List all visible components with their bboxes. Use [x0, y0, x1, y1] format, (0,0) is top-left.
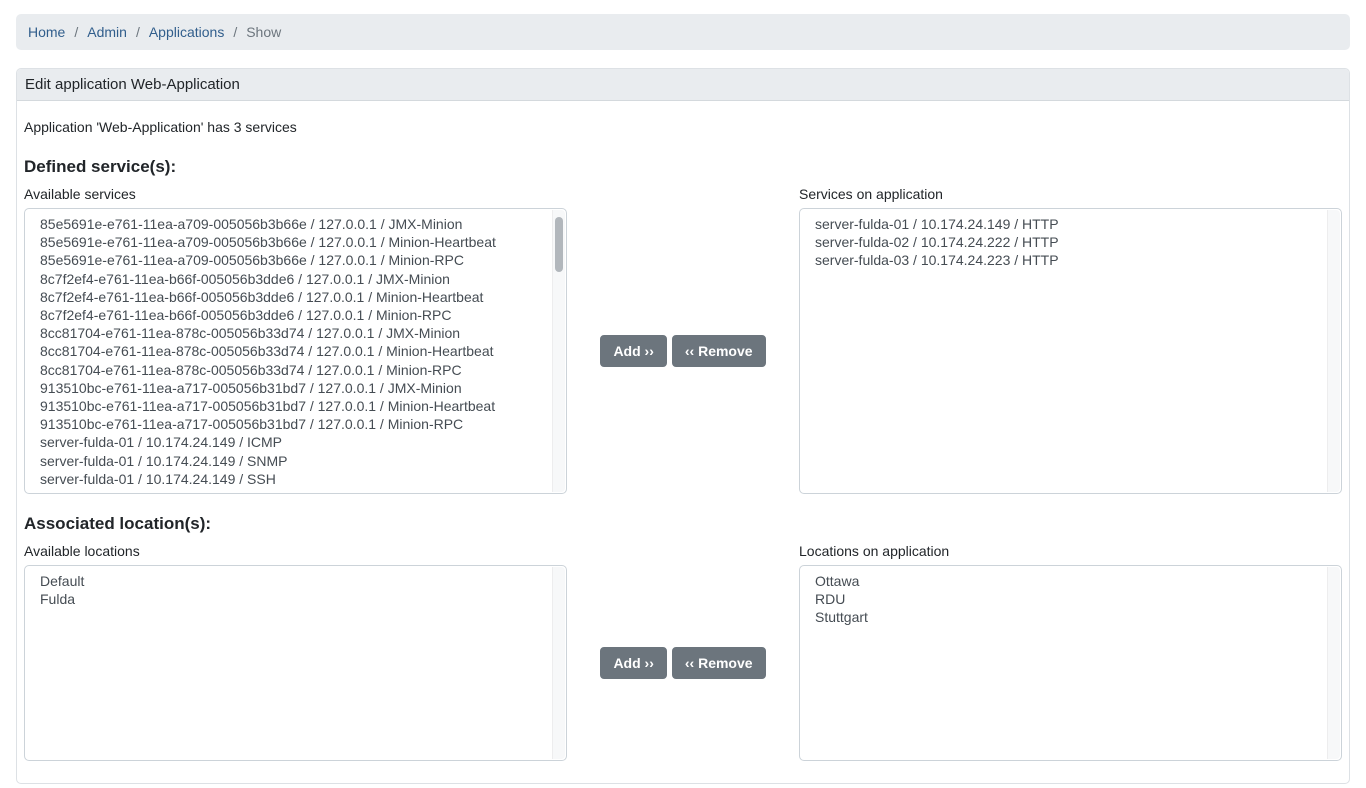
page: Home / Admin / Applications / Show Edit … — [0, 0, 1366, 788]
services-on-application-list[interactable]: server-fulda-01 / 10.174.24.149 / HTTPse… — [799, 208, 1342, 494]
available-services-list[interactable]: 85e5691e-e761-11ea-a709-005056b3b66e / 1… — [24, 208, 567, 494]
locations-add-button[interactable]: Add ›› — [600, 647, 666, 679]
services-dual-select: Available services 85e5691e-e761-11ea-a7… — [24, 186, 1342, 494]
list-option[interactable]: 8c7f2ef4-e761-11ea-b66f-005056b3dde6 / 1… — [40, 270, 548, 288]
locations-remove-button[interactable]: ‹‹ Remove — [672, 647, 766, 679]
services-on-application-column: Services on application server-fulda-01 … — [799, 186, 1342, 494]
services-add-button[interactable]: Add ›› — [600, 335, 666, 367]
list-option[interactable]: 8cc81704-e761-11ea-878c-005056b33d74 / 1… — [40, 361, 548, 379]
list-option[interactable]: 913510bc-e761-11ea-a717-005056b31bd7 / 1… — [40, 415, 548, 433]
edit-application-panel: Edit application Web-Application Applica… — [16, 68, 1350, 784]
list-option[interactable]: server-fulda-02 / 10.174.24.222 / HTTP — [815, 233, 1323, 251]
locations-on-application-column: Locations on application OttawaRDUStuttg… — [799, 543, 1342, 761]
defined-services-heading: Defined service(s): — [24, 157, 1342, 177]
scrollbar-track[interactable] — [1327, 567, 1340, 759]
list-option[interactable]: server-fulda-01 / 10.174.24.149 / SNMP — [40, 452, 548, 470]
application-summary: Application 'Web-Application' has 3 serv… — [24, 119, 1342, 135]
breadcrumb-current-show: Show — [246, 24, 281, 40]
panel-body: Application 'Web-Application' has 3 serv… — [17, 101, 1349, 783]
services-transfer-buttons: Add ›› ‹‹ Remove — [567, 186, 799, 494]
available-services-options: 85e5691e-e761-11ea-a709-005056b3b66e / 1… — [25, 209, 566, 488]
list-option[interactable]: 85e5691e-e761-11ea-a709-005056b3b66e / 1… — [40, 215, 548, 233]
list-option[interactable]: server-fulda-01 / 10.174.24.149 / HTTP — [815, 215, 1323, 233]
available-services-column: Available services 85e5691e-e761-11ea-a7… — [24, 186, 567, 494]
panel-header: Edit application Web-Application — [17, 69, 1349, 101]
scrollbar-thumb[interactable] — [555, 217, 563, 272]
breadcrumb-divider: / — [74, 24, 78, 40]
services-on-application-options: server-fulda-01 / 10.174.24.149 / HTTPse… — [800, 209, 1341, 270]
panel-title: Edit application Web-Application — [25, 76, 240, 93]
list-option[interactable]: 8c7f2ef4-e761-11ea-b66f-005056b3dde6 / 1… — [40, 288, 548, 306]
list-option[interactable]: 913510bc-e761-11ea-a717-005056b31bd7 / 1… — [40, 397, 548, 415]
locations-on-application-options: OttawaRDUStuttgart — [800, 566, 1341, 627]
list-option[interactable]: 85e5691e-e761-11ea-a709-005056b3b66e / 1… — [40, 251, 548, 269]
services-on-application-label: Services on application — [799, 186, 1342, 202]
services-remove-button[interactable]: ‹‹ Remove — [672, 335, 766, 367]
locations-on-application-label: Locations on application — [799, 543, 1342, 559]
scrollbar-track[interactable] — [552, 567, 565, 759]
available-locations-options: DefaultFulda — [25, 566, 566, 608]
list-option[interactable]: server-fulda-03 / 10.174.24.223 / HTTP — [815, 251, 1323, 269]
list-option[interactable]: Stuttgart — [815, 608, 1323, 626]
locations-on-application-list[interactable]: OttawaRDUStuttgart — [799, 565, 1342, 761]
scrollbar-track[interactable] — [552, 210, 565, 492]
breadcrumb: Home / Admin / Applications / Show — [16, 14, 1350, 50]
list-option[interactable]: Default — [40, 572, 548, 590]
locations-dual-select: Available locations DefaultFulda Add ›› … — [24, 543, 1342, 761]
breadcrumb-link-applications[interactable]: Applications — [149, 24, 225, 40]
breadcrumb-divider: / — [233, 24, 237, 40]
list-option[interactable]: Ottawa — [815, 572, 1323, 590]
breadcrumb-divider: / — [136, 24, 140, 40]
scrollbar-track[interactable] — [1327, 210, 1340, 492]
list-option[interactable]: 8cc81704-e761-11ea-878c-005056b33d74 / 1… — [40, 342, 548, 360]
available-services-label: Available services — [24, 186, 567, 202]
breadcrumb-link-admin[interactable]: Admin — [87, 24, 127, 40]
list-option[interactable]: Fulda — [40, 590, 548, 608]
list-option[interactable]: RDU — [815, 590, 1323, 608]
available-locations-label: Available locations — [24, 543, 567, 559]
list-option[interactable]: 85e5691e-e761-11ea-a709-005056b3b66e / 1… — [40, 233, 548, 251]
list-option[interactable]: server-fulda-01 / 10.174.24.149 / ICMP — [40, 433, 548, 451]
associated-locations-heading: Associated location(s): — [24, 514, 1342, 534]
available-locations-list[interactable]: DefaultFulda — [24, 565, 567, 761]
locations-transfer-buttons: Add ›› ‹‹ Remove — [567, 543, 799, 761]
breadcrumb-link-home[interactable]: Home — [28, 24, 65, 40]
list-option[interactable]: 8cc81704-e761-11ea-878c-005056b33d74 / 1… — [40, 324, 548, 342]
available-locations-column: Available locations DefaultFulda — [24, 543, 567, 761]
list-option[interactable]: 8c7f2ef4-e761-11ea-b66f-005056b3dde6 / 1… — [40, 306, 548, 324]
list-option[interactable]: server-fulda-01 / 10.174.24.149 / SSH — [40, 470, 548, 488]
list-option[interactable]: 913510bc-e761-11ea-a717-005056b31bd7 / 1… — [40, 379, 548, 397]
